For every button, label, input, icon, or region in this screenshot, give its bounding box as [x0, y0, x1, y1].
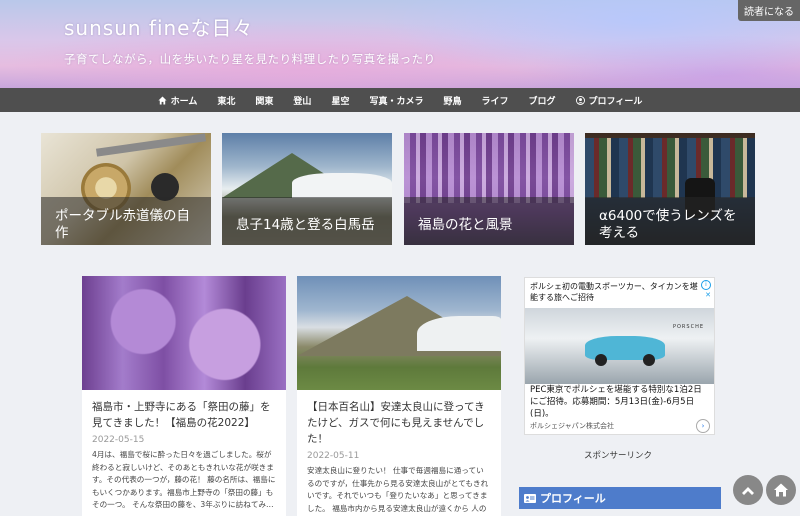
profile-heading-label: プロフィール — [540, 492, 606, 505]
post-card[interactable]: 福島市・上野寺にある「祭田の藤」を見てきました！【福島の花2022】 2022-… — [82, 276, 286, 516]
bookshelf-image — [585, 138, 755, 198]
sidebar-ad[interactable]: i ✕ ポルシェ初の電動スポーツカー、タイカンを堪能する旅へご招待 PORSCH… — [524, 277, 715, 435]
ad-headline[interactable]: ポルシェ初の電動スポーツカー、タイカンを堪能する旅へご招待 — [525, 278, 714, 307]
sponsor-label: スポンサーリンク — [584, 451, 653, 461]
post-excerpt: 4月は、福島で桜に酔った日々を過ごしました。桜が終わると寂しいけど、そのあともき… — [92, 450, 276, 509]
nav-label: ライフ — [481, 96, 509, 107]
home-icon — [774, 483, 788, 497]
post-thumbnail[interactable] — [82, 276, 286, 390]
chevron-up-icon — [742, 487, 754, 495]
ad-footer[interactable]: ポルシェジャパン株式会社 › — [530, 419, 710, 433]
post-title[interactable]: 【日本百名山】安達太良山に登ってきたけど、ガスで何にも見えませんでした！ — [297, 390, 501, 447]
ad-image[interactable]: PORSCHE — [525, 308, 714, 384]
nav-label: ホーム — [170, 96, 198, 107]
nav-tohoku[interactable]: 東北 — [207, 94, 245, 107]
nav-blog[interactable]: ブログ — [519, 94, 566, 107]
post-date: 2022-05-15 — [92, 435, 145, 445]
rod-image — [95, 133, 207, 157]
porsche-logo: PORSCHE — [672, 324, 704, 330]
site-header: sunsun fineな日々 子育てしながら，山を歩いたり星を見たり料理したり写… — [0, 0, 800, 88]
post-card[interactable]: 【日本百名山】安達太良山に登ってきたけど、ガスで何にも見えませんでした！ 202… — [297, 276, 501, 516]
car-wheel-icon — [643, 354, 655, 366]
snow-image — [292, 173, 392, 198]
scroll-top-button[interactable] — [733, 475, 763, 505]
post-thumbnail[interactable] — [297, 276, 501, 390]
feature-caption: 福島の花と風景 — [404, 197, 574, 245]
nav-climbing[interactable]: 登山 — [283, 94, 321, 107]
nav-life[interactable]: ライフ — [471, 94, 518, 107]
nav-photo-camera[interactable]: 写真・カメラ — [359, 94, 433, 107]
nav-home[interactable]: ホーム — [148, 94, 208, 107]
feature-card-a6400-lenses[interactable]: α6400で使うレンズを考える — [585, 133, 755, 245]
nav-label: 写真・カメラ — [369, 96, 424, 107]
subscribe-button[interactable]: 読者になる — [738, 0, 800, 21]
feature-card-equatorial-mount[interactable]: ポータブル赤道儀の自作 — [41, 133, 211, 245]
feature-card-hakuba[interactable]: 息子14歳と登る白馬岳 — [222, 133, 392, 245]
home-button[interactable] — [766, 475, 796, 505]
site-title[interactable]: sunsun fineな日々 — [64, 12, 253, 41]
feature-card-fukushima-flowers[interactable]: 福島の花と風景 — [404, 133, 574, 245]
nav-label: 登山 — [293, 96, 312, 107]
post-excerpt: 安達太良山に登りたい！ 仕事で毎週福島に通っているのですが，仕事先から見る安達太… — [307, 466, 489, 513]
ad-body[interactable]: PEC東京でポルシェを堪能する特別な1泊2日にご招待。応募期間：5月13日(金)… — [530, 384, 710, 420]
car-wheel-icon — [595, 354, 607, 366]
ad-info-icon[interactable]: i — [701, 280, 711, 290]
snowfield-image — [417, 316, 501, 351]
nav-label: プロフィール — [588, 96, 643, 107]
user-icon — [575, 95, 585, 105]
nav-label: 野鳥 — [443, 96, 462, 107]
ad-advertiser: ポルシェジャパン株式会社 — [530, 422, 614, 430]
feature-caption: 息子14歳と登る白馬岳 — [222, 197, 392, 245]
site-description: 子育てしながら，山を歩いたり星を見たり料理したり写真を撮ったり — [64, 52, 436, 66]
post-date: 2022-05-11 — [307, 451, 360, 461]
nav-label: ブログ — [528, 96, 556, 107]
post-title[interactable]: 福島市・上野寺にある「祭田の藤」を見てきました！【福島の花2022】 — [82, 390, 286, 431]
nav-label: 星空 — [331, 96, 350, 107]
feature-caption: α6400で使うレンズを考える — [585, 197, 755, 245]
nav-starry-sky[interactable]: 星空 — [321, 94, 359, 107]
nav-wild-birds[interactable]: 野鳥 — [433, 94, 471, 107]
nav-kanto[interactable]: 関東 — [245, 94, 283, 107]
feature-caption: ポータブル赤道儀の自作 — [41, 197, 211, 245]
ad-close-icon[interactable]: ✕ — [705, 291, 711, 299]
nav-label: 関東 — [255, 96, 274, 107]
home-icon — [158, 95, 167, 105]
wisteria-image — [404, 133, 574, 203]
nav-label: 東北 — [217, 96, 236, 107]
global-nav: ホーム 東北 関東 登山 星空 写真・カメラ 野鳥 ライフ ブログ プロフィール — [0, 88, 800, 112]
chevron-right-icon[interactable]: › — [696, 419, 710, 433]
id-card-icon — [524, 493, 536, 503]
nav-profile[interactable]: プロフィール — [566, 94, 653, 107]
profile-heading: プロフィール — [519, 487, 721, 509]
